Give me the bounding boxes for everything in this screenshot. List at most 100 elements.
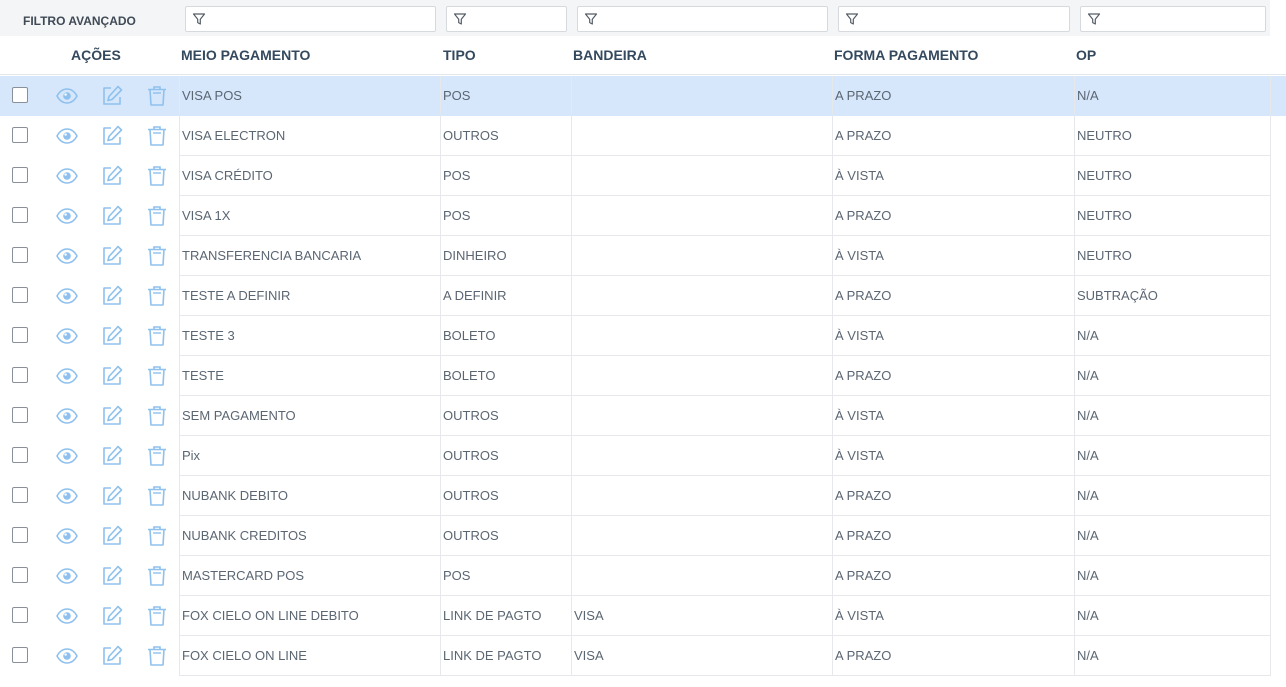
edit-icon[interactable]	[100, 244, 124, 268]
edit-icon[interactable]	[100, 204, 124, 228]
column-divider	[571, 396, 572, 436]
row-checkbox[interactable]	[12, 367, 28, 383]
filter-input-op[interactable]	[1080, 6, 1266, 32]
row-checkbox[interactable]	[12, 447, 28, 463]
row-checkbox[interactable]	[12, 287, 28, 303]
trash-icon[interactable]	[145, 164, 169, 188]
trash-icon[interactable]	[145, 364, 169, 388]
column-divider	[1270, 476, 1271, 516]
row-checkbox[interactable]	[12, 607, 28, 623]
eye-icon[interactable]	[55, 324, 79, 348]
column-divider	[571, 636, 572, 676]
row-checkbox[interactable]	[12, 87, 28, 103]
filter-input-forma-pagamento[interactable]	[838, 6, 1070, 32]
column-divider	[571, 556, 572, 596]
eye-icon[interactable]	[55, 644, 79, 668]
edit-icon[interactable]	[100, 84, 124, 108]
table-row[interactable]: VISA CRÉDITO POS À VISTA NEUTRO	[0, 156, 1286, 196]
edit-icon[interactable]	[100, 604, 124, 628]
edit-icon[interactable]	[100, 404, 124, 428]
trash-icon[interactable]	[145, 404, 169, 428]
edit-icon[interactable]	[100, 164, 124, 188]
column-divider	[179, 356, 180, 396]
column-divider	[571, 316, 572, 356]
table-row[interactable]: SEM PAGAMENTO OUTROS À VISTA N/A	[0, 396, 1286, 436]
filter-input-bandeira[interactable]	[577, 6, 828, 32]
edit-icon[interactable]	[100, 444, 124, 468]
table-row[interactable]: VISA 1X POS A PRAZO NEUTRO	[0, 196, 1286, 236]
trash-icon[interactable]	[145, 484, 169, 508]
table-row[interactable]: FOX CIELO ON LINE LINK DE PAGTO VISA A P…	[0, 636, 1286, 676]
eye-icon[interactable]	[55, 364, 79, 388]
cell-forma-pagamento: À VISTA	[835, 448, 884, 463]
row-checkbox[interactable]	[12, 647, 28, 663]
eye-icon[interactable]	[55, 564, 79, 588]
edit-icon[interactable]	[100, 484, 124, 508]
edit-icon[interactable]	[100, 324, 124, 348]
eye-icon[interactable]	[55, 524, 79, 548]
edit-icon[interactable]	[100, 564, 124, 588]
table-row[interactable]: NUBANK CREDITOS OUTROS A PRAZO N/A	[0, 516, 1286, 556]
eye-icon[interactable]	[55, 204, 79, 228]
edit-icon[interactable]	[100, 124, 124, 148]
column-divider	[1074, 476, 1075, 516]
filter-input-meio-pagamento[interactable]	[185, 6, 436, 32]
trash-icon[interactable]	[145, 604, 169, 628]
eye-icon[interactable]	[55, 84, 79, 108]
trash-icon[interactable]	[145, 644, 169, 668]
edit-icon[interactable]	[100, 364, 124, 388]
header-op[interactable]: OP	[1076, 47, 1096, 63]
table-row[interactable]: VISA POS POS A PRAZO N/A	[0, 76, 1286, 116]
eye-icon[interactable]	[55, 284, 79, 308]
row-checkbox[interactable]	[12, 527, 28, 543]
column-divider	[440, 436, 441, 476]
trash-icon[interactable]	[145, 244, 169, 268]
trash-icon[interactable]	[145, 564, 169, 588]
column-divider	[571, 476, 572, 516]
table-row[interactable]: TESTE 3 BOLETO À VISTA N/A	[0, 316, 1286, 356]
header-bandeira[interactable]: BANDEIRA	[573, 47, 647, 63]
row-checkbox[interactable]	[12, 247, 28, 263]
row-checkbox[interactable]	[12, 167, 28, 183]
table-row[interactable]: FOX CIELO ON LINE DEBITO LINK DE PAGTO V…	[0, 596, 1286, 636]
edit-icon[interactable]	[100, 524, 124, 548]
row-checkbox[interactable]	[12, 207, 28, 223]
eye-icon[interactable]	[55, 484, 79, 508]
eye-icon[interactable]	[55, 604, 79, 628]
trash-icon[interactable]	[145, 324, 169, 348]
eye-icon[interactable]	[55, 404, 79, 428]
table-row[interactable]: TESTE A DEFINIR A DEFINIR A PRAZO SUBTRA…	[0, 276, 1286, 316]
trash-icon[interactable]	[145, 284, 169, 308]
table-row[interactable]: NUBANK DEBITO OUTROS A PRAZO N/A	[0, 476, 1286, 516]
table-row[interactable]: MASTERCARD POS POS A PRAZO N/A	[0, 556, 1286, 596]
row-checkbox[interactable]	[12, 327, 28, 343]
table-row[interactable]: VISA ELECTRON OUTROS A PRAZO NEUTRO	[0, 116, 1286, 156]
table-row[interactable]: TRANSFERENCIA BANCARIA DINHEIRO À VISTA …	[0, 236, 1286, 276]
column-divider	[440, 636, 441, 676]
trash-icon[interactable]	[145, 444, 169, 468]
eye-icon[interactable]	[55, 164, 79, 188]
edit-icon[interactable]	[100, 284, 124, 308]
filter-input-tipo[interactable]	[446, 6, 567, 32]
header-tipo[interactable]: TIPO	[443, 47, 476, 63]
row-checkbox[interactable]	[12, 127, 28, 143]
header-forma-pagamento[interactable]: FORMA PAGAMENTO	[834, 47, 978, 63]
row-checkbox[interactable]	[12, 407, 28, 423]
row-checkbox[interactable]	[12, 487, 28, 503]
trash-icon[interactable]	[145, 524, 169, 548]
eye-icon[interactable]	[55, 244, 79, 268]
column-divider	[1270, 236, 1271, 276]
table-row[interactable]: TESTE BOLETO A PRAZO N/A	[0, 356, 1286, 396]
trash-icon[interactable]	[145, 124, 169, 148]
trash-icon[interactable]	[145, 84, 169, 108]
eye-icon[interactable]	[55, 444, 79, 468]
edit-icon[interactable]	[100, 644, 124, 668]
eye-icon[interactable]	[55, 124, 79, 148]
column-divider	[571, 596, 572, 636]
trash-icon[interactable]	[145, 204, 169, 228]
table-row[interactable]: Pix OUTROS À VISTA N/A	[0, 436, 1286, 476]
cell-tipo: BOLETO	[443, 328, 496, 343]
column-divider	[571, 156, 572, 196]
row-checkbox[interactable]	[12, 567, 28, 583]
header-meio-pagamento[interactable]: MEIO PAGAMENTO	[181, 47, 310, 63]
